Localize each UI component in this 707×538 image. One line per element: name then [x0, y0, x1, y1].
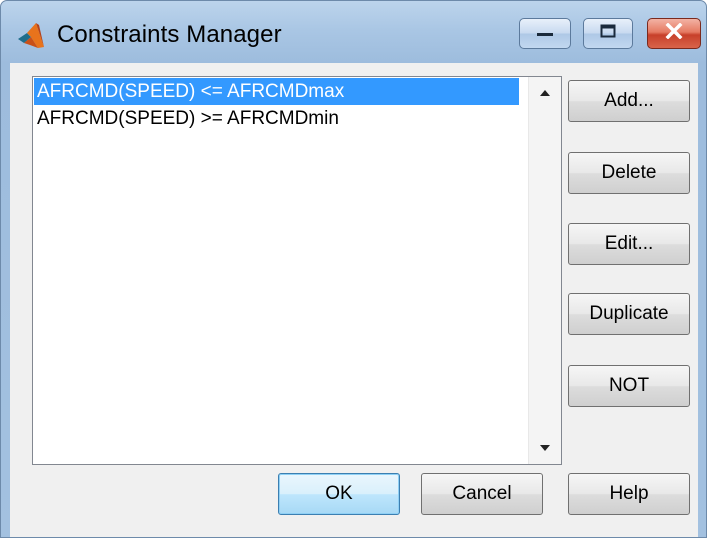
constraints-listbox[interactable]: AFRCMD(SPEED) <= AFRCMDmax AFRCMD(SPEED)…: [32, 76, 562, 465]
list-item[interactable]: AFRCMD(SPEED) >= AFRCMDmin: [34, 105, 519, 133]
duplicate-button[interactable]: Duplicate: [568, 293, 690, 335]
triangle-down-icon: [539, 439, 551, 457]
dialog-client-area: AFRCMD(SPEED) <= AFRCMDmax AFRCMD(SPEED)…: [10, 63, 698, 537]
constraints-list: AFRCMD(SPEED) <= AFRCMDmax AFRCMD(SPEED)…: [34, 78, 519, 133]
window-title: Constraints Manager: [57, 21, 282, 48]
help-button[interactable]: Help: [568, 473, 690, 515]
list-item[interactable]: AFRCMD(SPEED) <= AFRCMDmax: [34, 78, 519, 105]
cancel-button[interactable]: Cancel: [421, 473, 543, 515]
delete-button[interactable]: Delete: [568, 152, 690, 194]
close-button[interactable]: [647, 18, 701, 49]
close-icon: [665, 22, 683, 44]
minimize-icon: [535, 25, 555, 43]
add-button[interactable]: Add...: [568, 80, 690, 122]
ok-button[interactable]: OK: [278, 473, 400, 515]
scroll-down-button[interactable]: [529, 432, 561, 464]
not-button[interactable]: NOT: [568, 365, 690, 407]
matlab-logo-icon: [16, 21, 46, 51]
constraints-manager-window: Constraints Manager AFRCMD(SPEED) <= AFR…: [0, 0, 707, 538]
scroll-up-button[interactable]: [529, 77, 561, 109]
edit-button[interactable]: Edit...: [568, 223, 690, 265]
vertical-scrollbar[interactable]: [528, 77, 561, 464]
title-bar[interactable]: Constraints Manager: [1, 1, 706, 63]
minimize-button[interactable]: [519, 18, 571, 49]
maximize-icon: [600, 24, 616, 43]
triangle-up-icon: [539, 84, 551, 102]
maximize-button[interactable]: [583, 18, 633, 49]
